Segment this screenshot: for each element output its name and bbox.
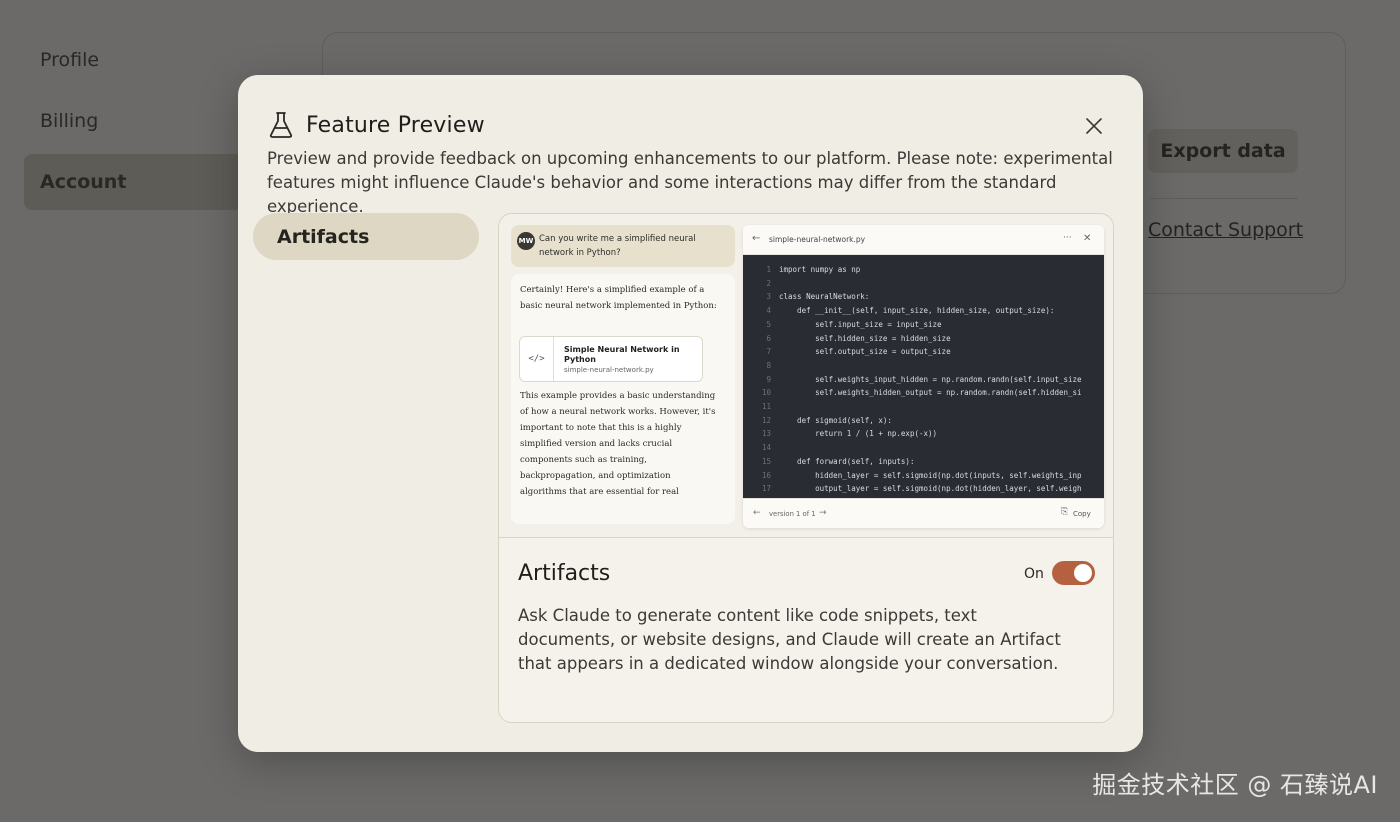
nav-item-billing[interactable]: Billing bbox=[24, 93, 244, 149]
code-text: self.weights_hidden_output = np.random.r… bbox=[779, 388, 1082, 398]
nav-item-profile[interactable]: Profile bbox=[24, 32, 244, 88]
code-window-header: ← simple-neural-network.py ··· ✕ bbox=[743, 225, 1104, 255]
chat-answer-body: This example provides a basic understand… bbox=[520, 391, 716, 497]
line-number: 1 bbox=[766, 265, 771, 274]
code-line: 4 def __init__(self, input_size, hidden_… bbox=[743, 304, 1054, 318]
code-line: 5 self.input_size = input_size bbox=[743, 318, 942, 332]
toggle-label: On bbox=[1024, 566, 1044, 582]
code-filename: simple-neural-network.py bbox=[769, 235, 866, 244]
copy-label: Copy bbox=[1073, 510, 1091, 518]
code-text: hidden_layer = self.sigmoid(np.dot(input… bbox=[779, 470, 1082, 480]
code-line: 1 import numpy as np bbox=[743, 263, 860, 277]
line-number: 10 bbox=[761, 388, 771, 398]
code-line: 6 self.hidden_size = hidden_size bbox=[743, 332, 951, 346]
line-number: 3 bbox=[766, 292, 771, 302]
code-text: def forward(self, inputs): bbox=[779, 456, 915, 466]
code-text: self.output_size = output_size bbox=[779, 347, 951, 357]
code-line: 11 bbox=[743, 400, 779, 414]
code-text: output_layer = self.sigmoid(np.dot(hidde… bbox=[779, 484, 1082, 494]
line-number: 7 bbox=[766, 347, 771, 357]
code-text: self.weights_input_hidden = np.random.ra… bbox=[779, 374, 1082, 384]
code-line: 14 bbox=[743, 441, 779, 455]
feature-name: Artifacts bbox=[518, 561, 611, 586]
line-number: 5 bbox=[766, 319, 771, 329]
code-text: return 1 / (1 + np.exp(-x)) bbox=[779, 429, 938, 439]
code-text: def __init__(self, input_size, hidden_si… bbox=[779, 306, 1055, 316]
code-line: 15 def forward(self, inputs): bbox=[743, 455, 915, 469]
copy-icon: ⎘ bbox=[1061, 507, 1069, 517]
chat-question-bubble: MW Can you write me a simplified neural … bbox=[511, 225, 735, 267]
code-text: self.input_size = input_size bbox=[779, 319, 942, 329]
code-line: 8 bbox=[743, 359, 779, 373]
watermark: 掘金技术社区 @ 石臻说AI bbox=[1092, 771, 1378, 799]
line-number: 8 bbox=[766, 360, 771, 370]
toggle-knob bbox=[1074, 564, 1092, 582]
feature-card: MW Can you write me a simplified neural … bbox=[498, 213, 1114, 723]
feature-preview-modal: Feature Preview Preview and provide feed… bbox=[238, 75, 1143, 752]
prev-arrow-icon: ← bbox=[753, 508, 761, 518]
code-icon: </> bbox=[520, 337, 554, 381]
chat-answer-intro: Certainly! Here's a simplified example o… bbox=[520, 285, 717, 311]
close-icon: ✕ bbox=[1083, 233, 1092, 244]
code-line: 10 self.weights_hidden_output = np.rando… bbox=[743, 386, 1082, 400]
artifact-reference-card: </> Simple Neural Network in Python simp… bbox=[519, 336, 703, 382]
line-number: 9 bbox=[766, 374, 771, 384]
code-window-footer: ← version 1 of 1 → ⎘ Copy bbox=[743, 498, 1104, 528]
artifact-code-window: ← simple-neural-network.py ··· ✕ 1 import… bbox=[743, 225, 1104, 528]
close-icon[interactable] bbox=[1083, 115, 1105, 137]
code-line: 17 output_layer = self.sigmoid(np.dot(hi… bbox=[743, 482, 1082, 496]
artifact-title: Simple Neural Network in Python bbox=[564, 345, 680, 364]
line-number: 13 bbox=[761, 429, 771, 439]
line-number: 4 bbox=[766, 306, 771, 316]
line-number: 15 bbox=[761, 456, 771, 466]
nav-item-account[interactable]: Account bbox=[24, 154, 244, 210]
line-number: 6 bbox=[766, 333, 771, 343]
feature-description: Ask Claude to generate content like code… bbox=[518, 606, 1061, 673]
flask-icon bbox=[269, 112, 293, 138]
chat-answer-bubble: Certainly! Here's a simplified example o… bbox=[511, 274, 735, 524]
divider bbox=[1150, 198, 1298, 199]
avatar: MW bbox=[517, 232, 535, 250]
line-number: 12 bbox=[761, 415, 771, 425]
chat-question-text: Can you write me a simplified neural net… bbox=[539, 234, 696, 258]
code-line: 12 def sigmoid(self, x): bbox=[743, 414, 892, 428]
code-text: def sigmoid(self, x): bbox=[779, 415, 892, 425]
tab-artifacts[interactable]: Artifacts bbox=[253, 213, 479, 260]
code-line: 13 return 1 / (1 + np.exp(-x)) bbox=[743, 427, 937, 441]
code-line: 7 self.output_size = output_size bbox=[743, 345, 951, 359]
code-line: 9 self.weights_input_hidden = np.random.… bbox=[743, 373, 1082, 387]
version-label: version 1 of 1 bbox=[769, 510, 816, 518]
back-arrow-icon: ← bbox=[752, 233, 761, 244]
code-text: class NeuralNetwork: bbox=[779, 292, 870, 302]
modal-header: Feature Preview bbox=[268, 111, 485, 139]
code-line: 16 hidden_layer = self.sigmoid(np.dot(in… bbox=[743, 469, 1082, 483]
line-number: 17 bbox=[761, 484, 771, 494]
artifact-filename: simple-neural-network.py bbox=[564, 366, 654, 374]
artifacts-toggle[interactable] bbox=[1052, 561, 1095, 585]
code-line: 3 class NeuralNetwork: bbox=[743, 290, 869, 304]
next-arrow-icon: → bbox=[819, 508, 827, 518]
modal-title: Feature Preview bbox=[306, 112, 485, 138]
code-line: 2 bbox=[743, 277, 779, 291]
line-number: 14 bbox=[761, 443, 771, 453]
line-number: 16 bbox=[761, 470, 771, 480]
code-text: import numpy as np bbox=[779, 265, 861, 274]
line-number: 11 bbox=[761, 402, 771, 411]
contact-support-link[interactable]: Contact Support bbox=[1148, 219, 1303, 241]
code-area: 1 import numpy as np 2 3 class NeuralNetwork… bbox=[743, 255, 1104, 498]
export-data-button[interactable]: Export data bbox=[1148, 129, 1298, 173]
settings-nav: Profile Billing Account bbox=[24, 32, 244, 215]
code-text: self.hidden_size = hidden_size bbox=[779, 333, 951, 343]
feature-preview-image: MW Can you write me a simplified neural … bbox=[499, 214, 1113, 538]
feature-details: Artifacts On Ask Claude to generate cont… bbox=[499, 538, 1113, 722]
modal-description: Preview and provide feedback on upcoming… bbox=[267, 149, 1113, 216]
more-icon: ··· bbox=[1063, 233, 1072, 243]
line-number: 2 bbox=[766, 278, 771, 288]
